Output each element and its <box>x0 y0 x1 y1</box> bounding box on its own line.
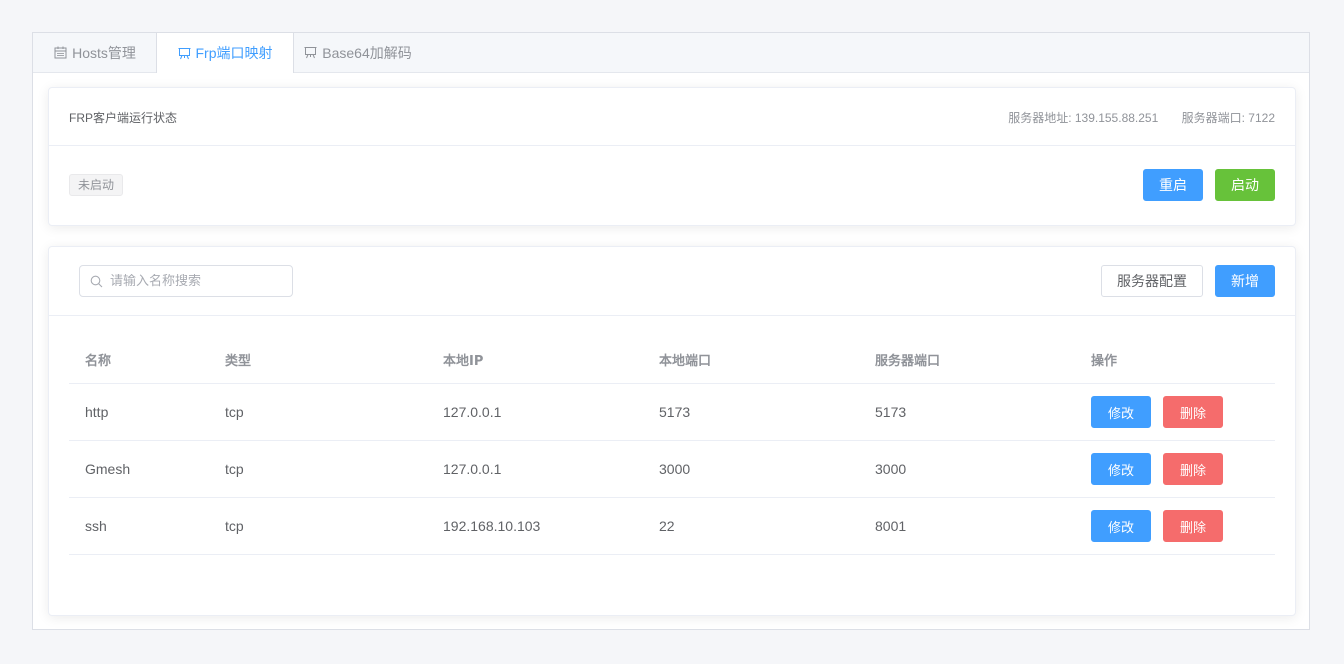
cell-local-port: 5173 <box>643 383 859 441</box>
status-badge: 未启动 <box>69 174 124 196</box>
cell-local-port: 22 <box>643 497 859 555</box>
column-header-type: 类型 <box>209 335 427 384</box>
column-header-actions: 操作 <box>1075 335 1275 384</box>
cell-server-port: 3000 <box>859 440 1075 498</box>
cell-type: tcp <box>209 497 427 555</box>
cell-name: Gmesh <box>69 440 209 498</box>
cell-type: tcp <box>209 383 427 441</box>
table-header-row: 名称 类型 本地IP 本地端口 服务器端口 操作 <box>69 335 1275 384</box>
add-button[interactable]: 新增 <box>1215 265 1275 297</box>
column-header-server-port: 服务器端口 <box>859 335 1075 384</box>
table-row: ssh tcp 192.168.10.103 22 8001 修改 删除 <box>69 497 1275 555</box>
column-header-local-ip: 本地IP <box>427 335 643 384</box>
column-header-name: 名称 <box>69 335 209 384</box>
search-input[interactable] <box>110 273 280 289</box>
delete-button[interactable]: 删除 <box>1163 510 1223 542</box>
tab-frp[interactable]: Frp端口映射 <box>156 33 294 73</box>
delete-button[interactable]: 删除 <box>1163 396 1223 428</box>
tab-bar: Hosts管理 Frp端口映射 Base64加解码 <box>33 33 1309 73</box>
delete-button[interactable]: 删除 <box>1163 453 1223 485</box>
cell-name: ssh <box>69 497 209 555</box>
tab-frp-label: Frp端口映射 <box>195 45 273 61</box>
main-frame: Hosts管理 Frp端口映射 Base64加解码 FRP客户端运行状态 服务器… <box>32 32 1310 630</box>
start-button[interactable]: 启动 <box>1215 169 1275 201</box>
cell-server-port: 5173 <box>859 383 1075 441</box>
search-icon <box>90 275 103 288</box>
mapping-table: 名称 类型 本地IP 本地端口 服务器端口 操作 http tcp 127.0.… <box>69 335 1275 555</box>
cell-local-ip: 192.168.10.103 <box>427 497 643 555</box>
frp-status-card: FRP客户端运行状态 服务器地址: 139.155.88.251 服务器端口: … <box>48 87 1296 226</box>
status-card-header: FRP客户端运行状态 服务器地址: 139.155.88.251 服务器端口: … <box>49 88 1295 146</box>
edit-button[interactable]: 修改 <box>1091 453 1151 485</box>
search-box <box>79 265 293 297</box>
cell-actions: 修改 删除 <box>1075 497 1275 555</box>
server-info: 服务器地址: 139.155.88.251 服务器端口: 7122 <box>1008 109 1275 126</box>
mapping-list-card: 服务器配置 新增 名称 类型 本地IP 本地端口 服务器端口 操作 http <box>48 246 1296 616</box>
column-header-local-port: 本地端口 <box>643 335 859 384</box>
tab-base64[interactable]: Base64加解码 <box>294 33 422 72</box>
edit-button[interactable]: 修改 <box>1091 396 1151 428</box>
easel-icon <box>304 46 317 59</box>
list-toolbar: 服务器配置 新增 <box>49 247 1295 316</box>
calendar-icon <box>54 46 67 59</box>
server-port: 服务器端口: 7122 <box>1181 111 1275 125</box>
server-address: 服务器地址: 139.155.88.251 <box>1008 111 1159 125</box>
cell-server-port: 8001 <box>859 497 1075 555</box>
server-config-button[interactable]: 服务器配置 <box>1101 265 1203 297</box>
cell-local-port: 3000 <box>643 440 859 498</box>
cell-local-ip: 127.0.0.1 <box>427 440 643 498</box>
status-title: FRP客户端运行状态 <box>69 111 178 125</box>
restart-button[interactable]: 重启 <box>1143 169 1203 201</box>
tab-base64-label: Base64加解码 <box>322 44 412 61</box>
tab-hosts-label: Hosts管理 <box>72 44 136 61</box>
table-row: Gmesh tcp 127.0.0.1 3000 3000 修改 删除 <box>69 440 1275 498</box>
cell-type: tcp <box>209 440 427 498</box>
edit-button[interactable]: 修改 <box>1091 510 1151 542</box>
cell-actions: 修改 删除 <box>1075 440 1275 498</box>
table-row: http tcp 127.0.0.1 5173 5173 修改 删除 <box>69 383 1275 441</box>
cell-name: http <box>69 383 209 441</box>
easel-icon <box>178 47 191 60</box>
tab-hosts[interactable]: Hosts管理 <box>33 33 157 72</box>
cell-actions: 修改 删除 <box>1075 383 1275 441</box>
cell-local-ip: 127.0.0.1 <box>427 383 643 441</box>
